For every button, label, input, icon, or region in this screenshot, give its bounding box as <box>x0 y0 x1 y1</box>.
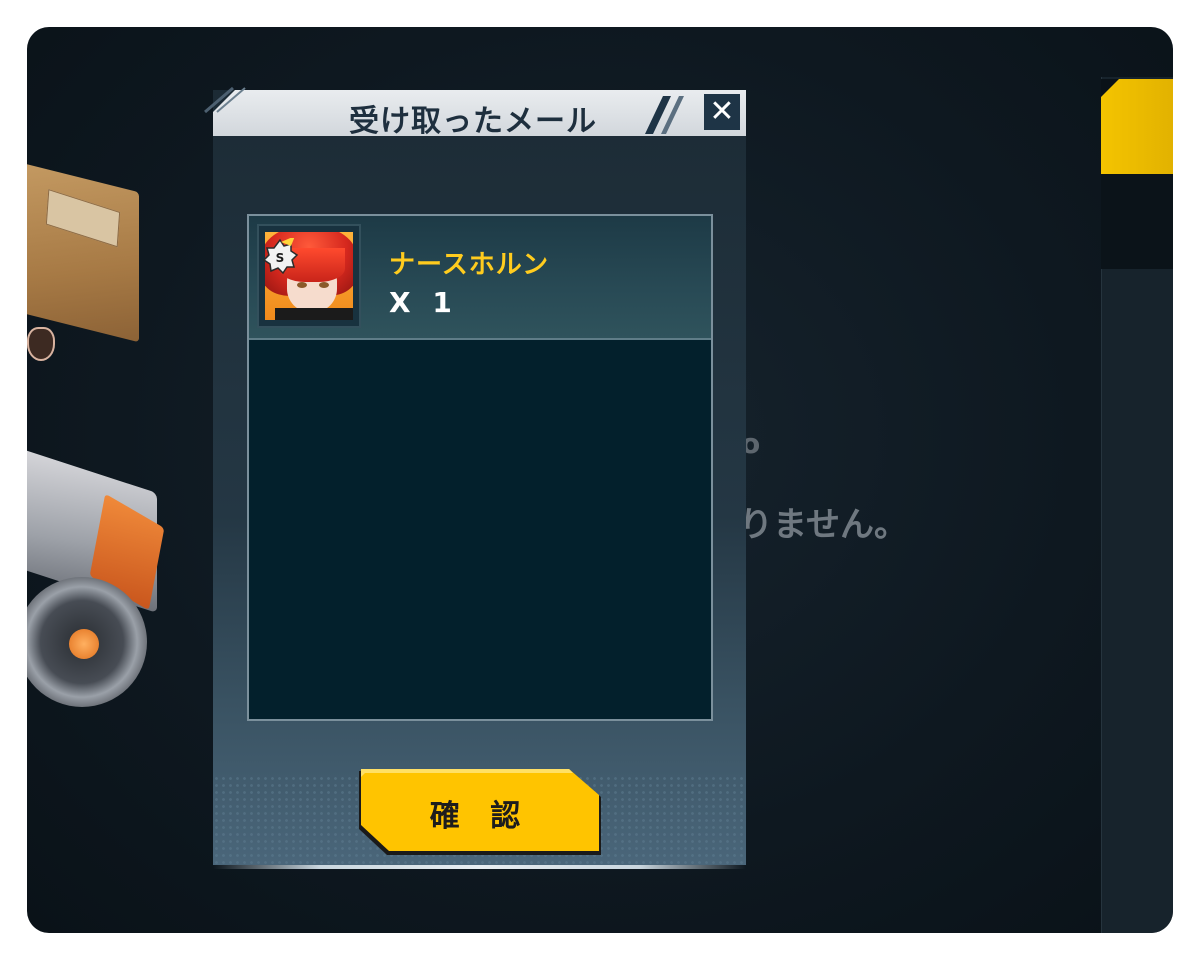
character-portrait-icon: S <box>257 224 361 328</box>
side-tab[interactable] <box>1101 174 1173 269</box>
dialog-header: 受け取ったメール <box>213 90 746 136</box>
cardboard-box-illustration <box>27 161 139 343</box>
background-top-text <box>977 27 1173 47</box>
spaceship-illustration <box>27 441 187 717</box>
rank-badge-icon: S <box>262 238 299 275</box>
close-button[interactable]: ✕ <box>704 94 740 130</box>
mail-item-list[interactable]: S ナースホルン X 1 <box>247 214 713 721</box>
side-tab-active[interactable] <box>1101 79 1173 174</box>
dialog-bottom-glow <box>213 865 746 869</box>
svg-text:S: S <box>276 251 285 265</box>
confirm-button-label: 確 認 <box>429 799 531 834</box>
confirm-button[interactable]: 確 認 <box>357 767 603 857</box>
list-item[interactable]: S ナースホルン X 1 <box>249 216 711 340</box>
item-quantity: X 1 <box>389 286 458 319</box>
header-corner-decoration <box>204 86 246 114</box>
hand-illustration <box>27 327 55 361</box>
empty-mail-message: りません。 <box>739 505 908 545</box>
close-icon: ✕ <box>709 94 735 129</box>
dialog-title: 受け取ったメール <box>349 104 597 139</box>
item-name: ナースホルン <box>389 250 550 280</box>
game-screen: o りません。 受け取ったメール ✕ S ナースホルン X 1 確 認 <box>27 27 1173 933</box>
received-mail-dialog: 受け取ったメール ✕ S ナースホルン X 1 確 認 <box>204 86 746 869</box>
